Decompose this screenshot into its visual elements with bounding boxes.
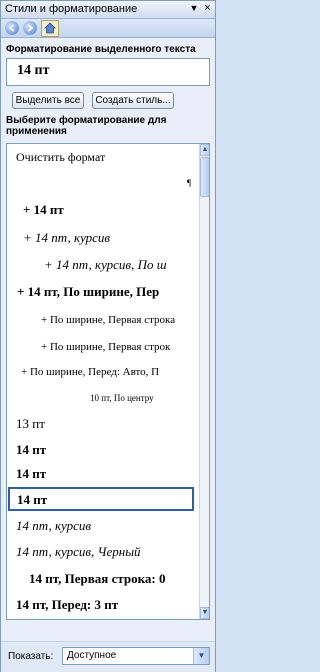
list-item[interactable]: + 14 пт, курсив: [23, 230, 209, 246]
paragraph-mark-icon: ¶: [187, 178, 192, 188]
list-item[interactable]: 14 пт: [16, 466, 208, 482]
list-item[interactable]: 13 пт: [16, 416, 208, 432]
forward-arrow-icon[interactable]: [23, 21, 37, 35]
list-scrollbar[interactable]: ▲ ▼: [199, 144, 209, 619]
show-label: Показать:: [8, 651, 54, 662]
styles-pane: Стили и форматирование ▼ × Форматировани…: [0, 0, 216, 672]
select-all-button[interactable]: Выделить все: [12, 92, 84, 109]
chevron-down-icon[interactable]: ▼: [193, 648, 209, 664]
back-arrow-icon[interactable]: [5, 21, 19, 35]
list-item[interactable]: + 14 пт, По ширине, Пер: [17, 284, 209, 300]
list-item[interactable]: + По ширине, Первая строк: [41, 341, 209, 353]
scroll-up-icon[interactable]: ▲: [200, 144, 209, 156]
list-item[interactable]: + По ширине, Первая строка: [41, 314, 209, 326]
selected-format-box[interactable]: 14 пт: [6, 58, 210, 86]
selected-format-label: Форматирование выделенного текста: [6, 44, 196, 55]
pane-footer: Показать: Доступное ▼: [1, 641, 215, 672]
list-item[interactable]: 14 пт: [16, 442, 208, 458]
selected-format-value: 14 пт: [17, 63, 50, 78]
show-select[interactable]: Доступное ▼: [62, 647, 210, 665]
list-item[interactable]: 10 пт, По центру: [90, 393, 209, 403]
format-list-label: Выберите форматирование для применения: [6, 115, 167, 137]
format-list: Очистить формат ¶ + 14 пт + 14 пт, курси…: [6, 143, 210, 620]
list-item[interactable]: 14 пт, Первая строка: 0: [29, 571, 209, 587]
pane-titlebar: Стили и форматирование ▼ ×: [1, 1, 215, 19]
list-item[interactable]: 14 пт, курсив: [16, 518, 208, 534]
create-style-button[interactable]: Создать стиль...: [92, 92, 174, 109]
home-icon[interactable]: [41, 20, 59, 37]
list-item[interactable]: + По ширине, Перед: Авто, П: [21, 366, 209, 378]
show-select-value: Доступное: [67, 650, 117, 661]
pane-navbar: [1, 19, 215, 38]
pane-title: Стили и форматирование: [5, 3, 138, 15]
pane-menu-dropdown-icon[interactable]: ▼: [188, 2, 200, 15]
list-item[interactable]: + 14 пт: [23, 202, 209, 218]
list-item[interactable]: + 14 пт, курсив, По ш: [44, 257, 209, 273]
list-item[interactable]: 14 пт, Перед: 3 пт: [16, 597, 208, 613]
scroll-thumb[interactable]: [200, 157, 209, 197]
list-item[interactable]: 14 пт, курсив, Черный: [16, 544, 208, 560]
pane-close-icon[interactable]: ×: [202, 2, 213, 15]
clear-format-item[interactable]: Очистить формат: [16, 150, 208, 165]
scroll-down-icon[interactable]: ▼: [200, 607, 209, 619]
list-item-selected[interactable]: 14 пт: [8, 487, 194, 511]
